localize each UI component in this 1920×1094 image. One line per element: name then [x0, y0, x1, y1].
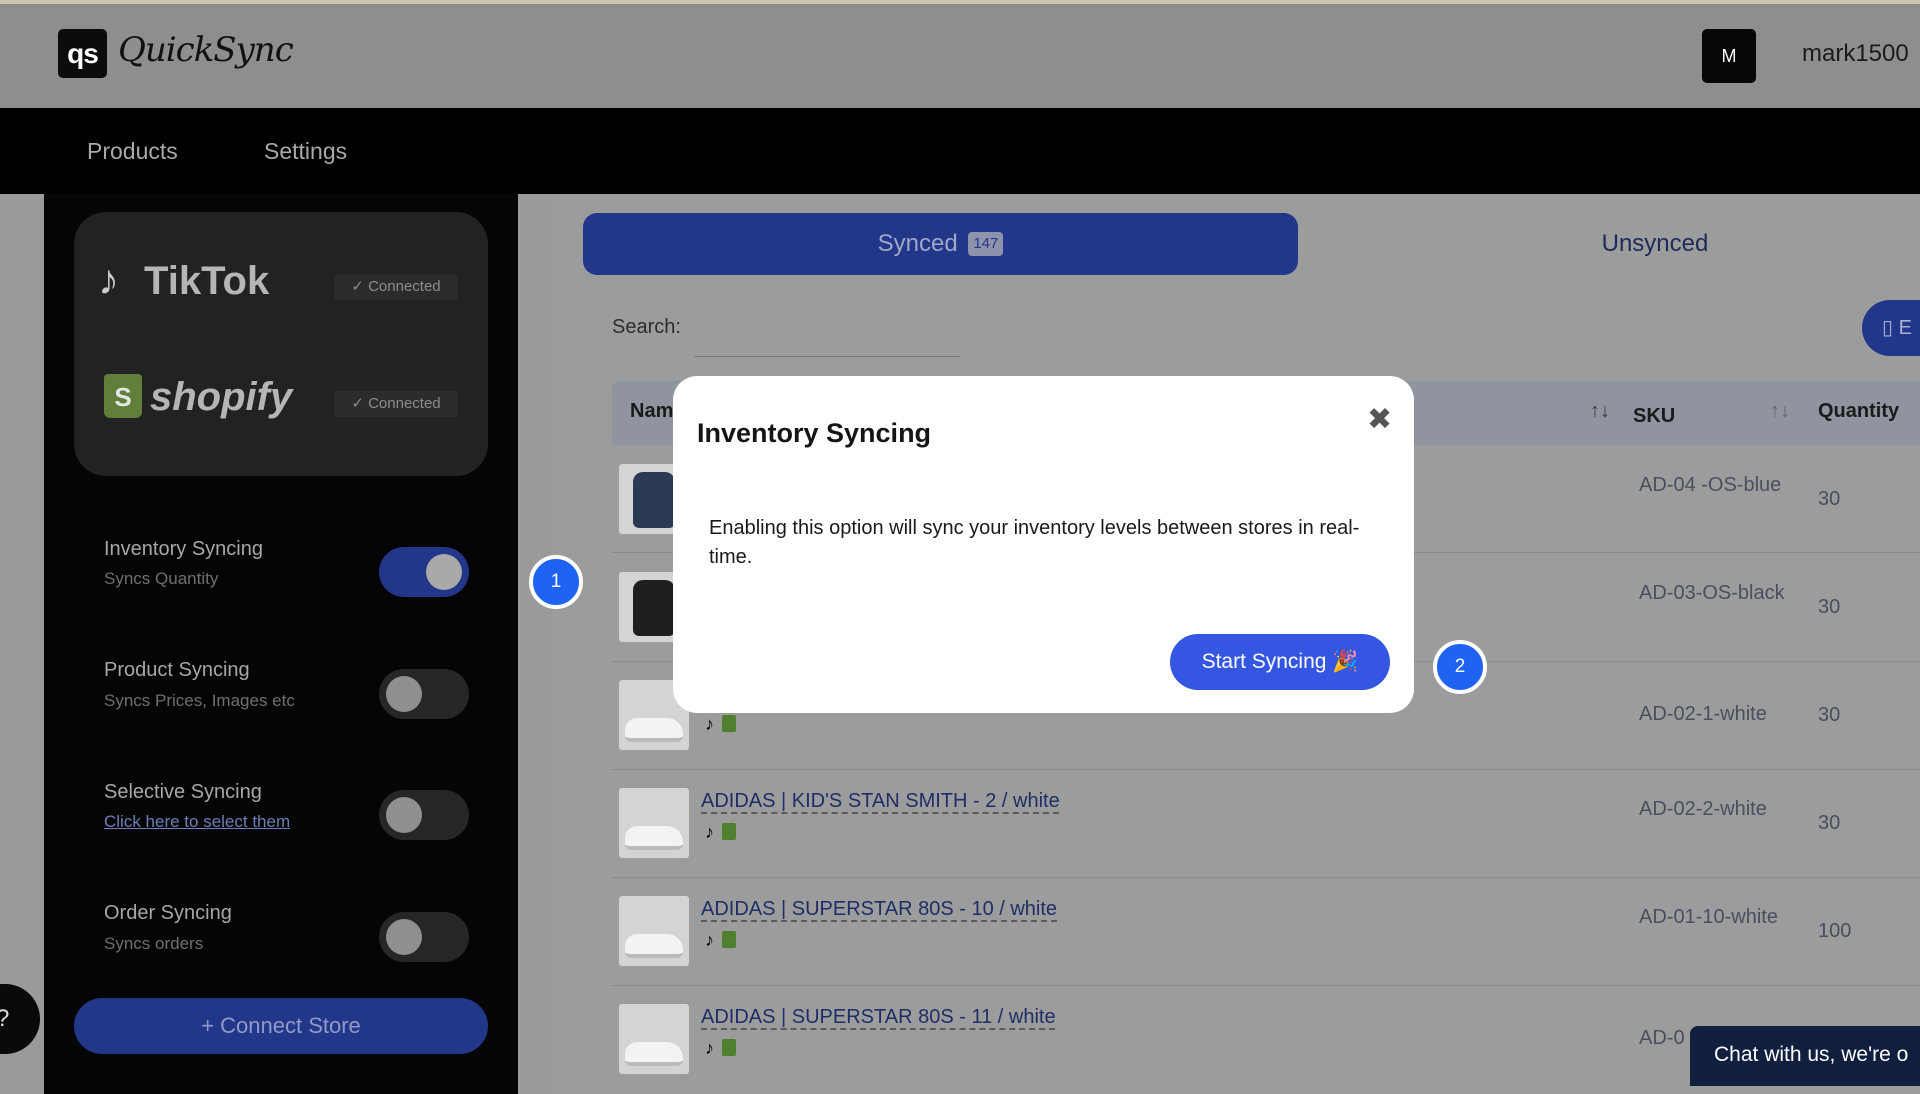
close-icon[interactable]: ✖	[1367, 402, 1392, 437]
step-marker-2: 2	[1433, 640, 1487, 694]
modal-title: Inventory Syncing	[697, 418, 932, 448]
modal-body: Enabling this option will sync your inve…	[709, 517, 1360, 568]
product-syncing-toggle[interactable]	[379, 669, 469, 719]
shoe-image	[625, 718, 683, 742]
tiktok-name: TikTok	[144, 259, 270, 303]
connect-store-button[interactable]: + Connect Store	[74, 998, 488, 1054]
column-header-sku[interactable]: SKU	[1633, 405, 1675, 428]
option-subtitle-product: Syncs Prices, Images etc	[104, 691, 295, 710]
row-divider	[612, 985, 1920, 986]
shopify-name: shopify	[150, 375, 293, 419]
row-divider	[612, 769, 1920, 770]
avatar[interactable]: M	[1702, 29, 1756, 83]
row-quantity: 30	[1818, 488, 1841, 510]
row-quantity: 30	[1818, 812, 1841, 834]
file-icon: ▯	[1882, 317, 1899, 339]
select-products-link[interactable]: Click here to select them	[104, 812, 290, 832]
shoe-image	[625, 1042, 683, 1066]
nav-settings[interactable]: Settings	[264, 138, 347, 165]
product-name-link[interactable]: ADIDAS | KID'S STAN SMITH - 2 / white	[701, 790, 1060, 813]
platform-icons: ♪	[705, 822, 736, 843]
row-quantity: 30	[1818, 704, 1841, 726]
connected-stores-card	[74, 212, 488, 476]
product-thumbnail[interactable]	[619, 788, 689, 858]
quicksync-logo-icon[interactable]: qs	[58, 29, 107, 78]
synced-count-badge: 147	[968, 232, 1004, 256]
product-name-link[interactable]: ADIDAS | SUPERSTAR 80S - 10 / white	[701, 898, 1057, 921]
sort-arrows-icon[interactable]: ↑↓	[1590, 400, 1610, 423]
product-thumbnail[interactable]	[619, 1004, 689, 1074]
option-title-selective: Selective Syncing	[104, 781, 262, 803]
shopify-bag-icon: S	[104, 374, 142, 418]
search-input[interactable]	[694, 300, 960, 357]
tiktok-connected-badge: ✓ Connected	[334, 274, 458, 300]
selective-syncing-toggle[interactable]	[379, 790, 469, 840]
tiktok-icon: ♪	[705, 1038, 714, 1058]
row-sku: AD-02-2-white	[1639, 798, 1767, 820]
product-name-link[interactable]: ADIDAS | SUPERSTAR 80S - 11 / white	[701, 1006, 1056, 1029]
sort-arrows-icon[interactable]: ↑↓	[1770, 400, 1790, 423]
help-button[interactable]: ?	[0, 984, 40, 1054]
shopify-icon	[722, 931, 736, 948]
row-sku: AD-04 -OS-blue	[1639, 474, 1782, 496]
platform-icons: ♪	[705, 714, 736, 735]
app-name[interactable]: QuickSync	[118, 30, 294, 70]
inventory-syncing-toggle[interactable]	[379, 547, 469, 597]
row-sku: AD-03-OS-black	[1639, 582, 1785, 604]
option-subtitle-order: Syncs orders	[104, 934, 204, 953]
username[interactable]: mark1500	[1802, 40, 1909, 68]
shopify-icon	[722, 715, 736, 732]
column-header-quantity[interactable]: Quantity	[1818, 400, 1899, 423]
shopify-icon	[722, 1039, 736, 1056]
shoe-image	[625, 934, 683, 958]
shopify-logo: Sshopify	[104, 374, 292, 420]
platform-icons: ♪	[705, 930, 736, 951]
step-marker-1: 1	[529, 555, 583, 609]
tiktok-icon: ♪	[705, 930, 714, 950]
shopify-connected-badge: ✓ Connected	[334, 391, 458, 417]
backpack-image	[633, 580, 675, 636]
row-quantity: 30	[1818, 596, 1841, 618]
platform-icons: ♪	[705, 1038, 736, 1059]
nav-products[interactable]: Products	[87, 138, 178, 165]
chat-widget[interactable]: Chat with us, we're o	[1690, 1026, 1920, 1086]
row-sku: AD-01-10-white	[1639, 906, 1778, 928]
option-title-inventory: Inventory Syncing	[104, 538, 263, 560]
option-subtitle-inventory: Syncs Quantity	[104, 569, 219, 588]
tab-unsynced[interactable]: Unsynced	[1420, 213, 1890, 275]
backpack-image	[633, 472, 675, 528]
tab-synced[interactable]: Synced 147	[583, 213, 1298, 275]
export-button[interactable]: ▯ E	[1862, 300, 1920, 356]
row-sku: AD-02-1-white	[1639, 703, 1767, 725]
toggle-knob	[426, 554, 462, 590]
toggle-knob	[386, 919, 422, 955]
toggle-knob	[386, 676, 422, 712]
option-title-order: Order Syncing	[104, 902, 232, 924]
tiktok-logo: ♪ TikTok	[98, 256, 269, 304]
export-label: E	[1898, 317, 1912, 339]
product-thumbnail[interactable]	[619, 896, 689, 966]
toggle-knob	[386, 797, 422, 833]
start-syncing-button[interactable]: Start Syncing 🎉	[1170, 634, 1390, 690]
option-title-product: Product Syncing	[104, 659, 250, 681]
tiktok-icon: ♪	[705, 822, 714, 842]
column-header-name[interactable]: Nam	[630, 400, 673, 423]
shopify-icon	[722, 823, 736, 840]
row-quantity: 100	[1818, 920, 1852, 942]
tab-synced-label: Synced	[877, 230, 958, 257]
tiktok-icon: ♪	[705, 714, 714, 734]
shoe-image	[625, 826, 683, 850]
tiktok-icon: ♪	[98, 256, 119, 303]
row-divider	[612, 877, 1920, 878]
search-label: Search:	[612, 316, 681, 338]
order-syncing-toggle[interactable]	[379, 912, 469, 962]
